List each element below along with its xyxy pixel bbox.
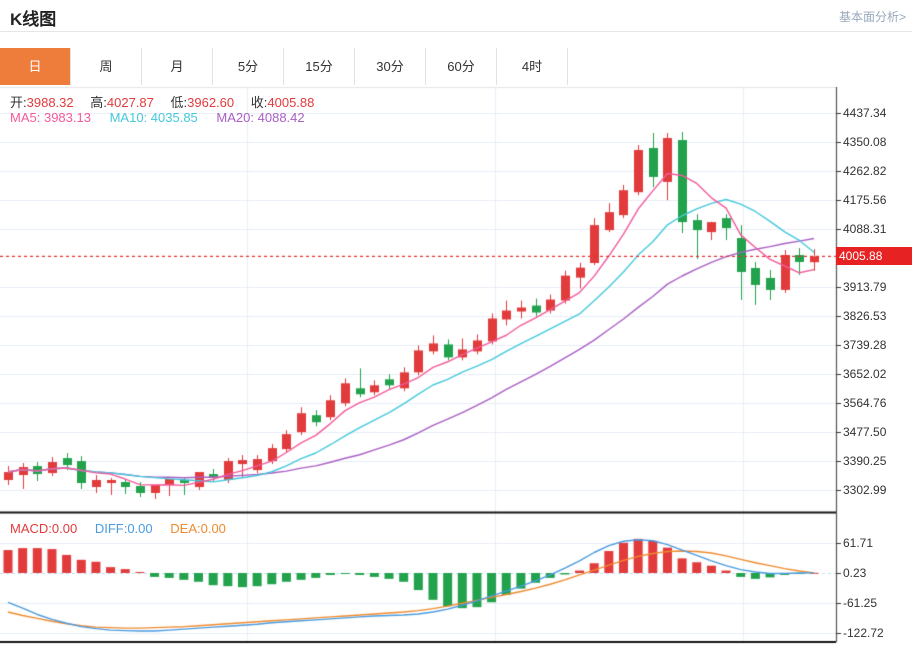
diff-value-readout: DIFF:0.00 <box>94 521 153 536</box>
open-label: 开: <box>10 95 27 110</box>
ma10-readout: MA10: 4035.85 <box>109 110 198 125</box>
price-axis-tick-label: 3826.53 <box>843 309 887 323</box>
ohlc-readout: 开:3988.32 高:4027.87 低:3962.60 收:4005.88 <box>10 92 327 111</box>
ma20-readout: MA20: 4088.42 <box>216 110 305 125</box>
price-axis-tick-label: 4088.31 <box>843 222 887 236</box>
price-axis-tick-label: 3390.25 <box>843 454 887 468</box>
price-axis-tick-label: 4175.56 <box>843 193 887 207</box>
macd-axis-tick-label: 61.71 <box>843 536 874 550</box>
price-axis-tick-label: 3652.02 <box>843 367 887 381</box>
price-axis-tick-label: 3913.79 <box>843 280 887 294</box>
close-value: 4005.88 <box>267 95 315 110</box>
price-axis-tick-label: 4437.34 <box>843 106 887 120</box>
period-tabbar: 日周月 5分 15分 30分 60分 4时 <box>0 48 568 85</box>
tab-周[interactable]: 周 <box>71 48 142 85</box>
current-price-flag: 4005.88 <box>836 247 912 265</box>
ma-readout: MA5: 3983.13 MA10: 4035.85 MA20: 4088.42 <box>10 110 305 125</box>
macd-axis-tick-label: -122.72 <box>843 626 884 640</box>
price-axis-tick-label: 3477.50 <box>843 425 887 439</box>
page-title: K线图 <box>10 10 57 29</box>
price-axis-tick-label: 3564.76 <box>843 396 887 410</box>
macd-axis-tick-label: 0.23 <box>843 566 867 580</box>
close-label: 收: <box>250 95 268 110</box>
tab-日[interactable]: 日 <box>0 48 71 85</box>
ma5-readout: MA5: 3983.13 <box>10 110 91 125</box>
open-value: 3988.32 <box>26 95 74 110</box>
tab-4时[interactable]: 4时 <box>497 48 568 85</box>
kline-page: { "header": { "title": "K线图", "analysis_… <box>0 0 912 645</box>
price-axis-tick-label: 4350.08 <box>843 135 887 149</box>
high-label: 高: <box>90 95 107 110</box>
tab-60分[interactable]: 60分 <box>426 48 497 85</box>
low-value: 3962.60 <box>187 95 235 110</box>
dea-value-readout: DEA:0.00 <box>170 521 226 536</box>
price-axis-tick-label: 3739.28 <box>843 338 887 352</box>
low-label: 低: <box>170 95 188 110</box>
tab-月[interactable]: 月 <box>142 48 213 85</box>
fundamental-analysis-link[interactable]: 基本面分析> <box>839 8 906 25</box>
high-value: 4027.87 <box>106 95 154 110</box>
macd-axis-tick-label: -61.25 <box>843 596 878 610</box>
macd-value-readout: MACD:0.00 <box>10 521 78 536</box>
price-axis-tick-label: 4262.82 <box>843 164 887 178</box>
tab-30分[interactable]: 30分 <box>355 48 426 85</box>
price-axis-tick-label: 3302.99 <box>843 483 887 497</box>
tab-5分[interactable]: 5分 <box>213 48 284 85</box>
macd-readout: MACD:0.00 DIFF:0.00 DEA:0.00 <box>10 521 226 536</box>
tab-15分[interactable]: 15分 <box>284 48 355 85</box>
